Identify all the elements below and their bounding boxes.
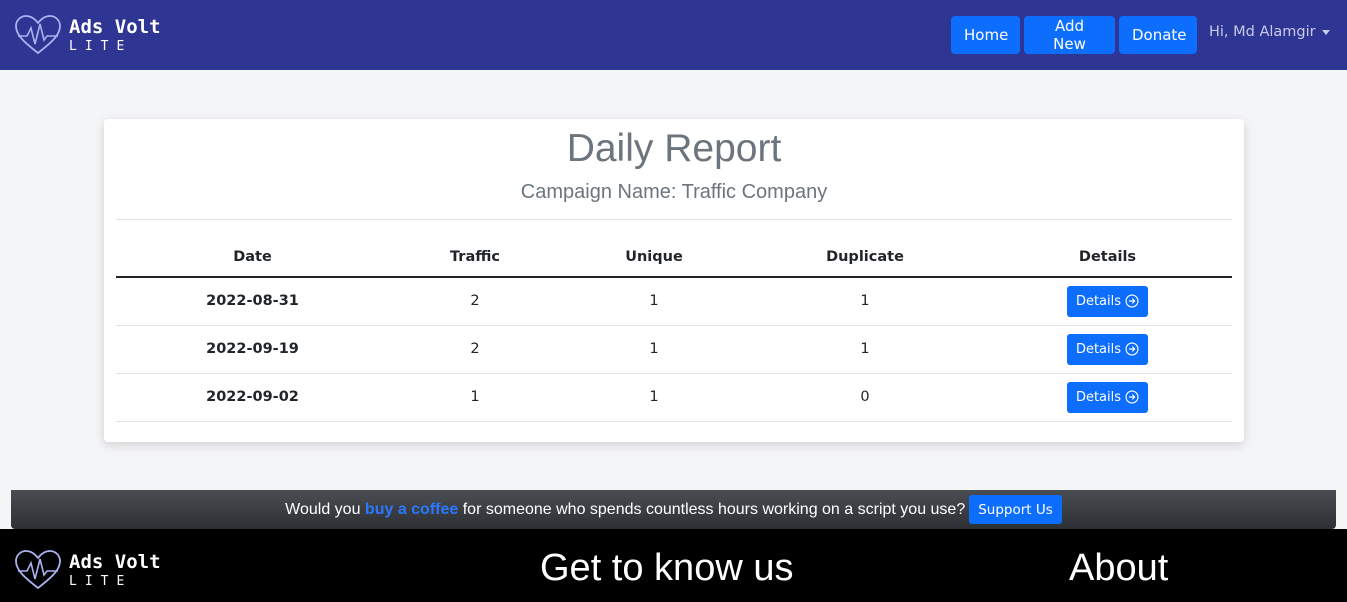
- row-details-cell: Details: [983, 325, 1232, 374]
- footer: Ads Volt LITE Get to know us About: [0, 529, 1347, 602]
- row-date: 2022-09-19: [116, 325, 389, 374]
- support-prefix: Would you: [285, 500, 365, 518]
- brand-name: Ads Volt: [69, 15, 161, 38]
- row-details-cell: Details: [983, 277, 1232, 326]
- report-table: Date Traffic Unique Duplicate Details 20…: [116, 237, 1232, 422]
- details-button[interactable]: Details: [1066, 285, 1149, 317]
- user-greeting: Hi, Md Alamgir: [1209, 24, 1316, 40]
- support-message: Would you buy a coffee for someone who s…: [285, 501, 965, 519]
- navbar: Ads Volt LITE Home Add New Donate Hi, Md…: [0, 0, 1347, 70]
- column-header-date: Date: [116, 237, 389, 278]
- row-traffic: 2: [389, 277, 561, 326]
- row-duplicate: 1: [747, 277, 983, 326]
- row-traffic: 1: [389, 373, 561, 422]
- table-header-row: Date Traffic Unique Duplicate Details: [116, 237, 1232, 278]
- support-us-button[interactable]: Support Us: [969, 495, 1062, 524]
- campaign-name: Campaign Name: Traffic Company: [520, 181, 828, 203]
- table-row: 2022-09-19 2 1 1 Details: [116, 325, 1232, 374]
- row-unique: 1: [561, 325, 747, 374]
- row-details-cell: Details: [983, 373, 1232, 422]
- row-duplicate: 1: [747, 325, 983, 374]
- row-date: 2022-08-31: [116, 277, 389, 326]
- details-label: Details: [1075, 341, 1122, 357]
- support-bar: Would you buy a coffee for someone who s…: [11, 490, 1336, 529]
- details-label: Details: [1075, 293, 1122, 309]
- arrow-right-circle-icon: [1125, 342, 1139, 356]
- brand[interactable]: Ads Volt LITE: [14, 14, 161, 56]
- footer-brand-tagline: LITE: [69, 573, 133, 589]
- column-header-details: Details: [983, 237, 1232, 278]
- heart-pulse-logo-icon: [15, 550, 61, 590]
- table-row: 2022-08-31 2 1 1 Details: [116, 277, 1232, 326]
- table-row: 2022-09-02 1 1 0 Details: [116, 373, 1232, 422]
- arrow-right-circle-icon: [1125, 294, 1139, 308]
- row-traffic: 2: [389, 325, 561, 374]
- buy-coffee-link[interactable]: buy a coffee: [365, 501, 458, 518]
- nav-donate-button[interactable]: Donate: [1119, 16, 1197, 54]
- divider: [116, 219, 1232, 220]
- details-button[interactable]: Details: [1066, 381, 1149, 413]
- column-header-duplicate: Duplicate: [747, 237, 983, 278]
- row-unique: 1: [561, 373, 747, 422]
- caret-down-icon: [1321, 29, 1330, 35]
- footer-heading-about: About: [1069, 547, 1169, 589]
- footer-heading-get-to-know-us: Get to know us: [540, 547, 794, 589]
- column-header-unique: Unique: [561, 237, 747, 278]
- details-button[interactable]: Details: [1066, 333, 1149, 365]
- arrow-right-circle-icon: [1125, 390, 1139, 404]
- footer-brand-name: Ads Volt: [69, 550, 161, 573]
- footer-brand[interactable]: Ads Volt LITE: [14, 549, 161, 591]
- heart-pulse-logo-icon: [15, 15, 61, 55]
- nav-add-new-button[interactable]: Add New: [1024, 16, 1115, 54]
- report-card: Daily Report Campaign Name: Traffic Comp…: [104, 119, 1244, 442]
- row-duplicate: 0: [747, 373, 983, 422]
- support-suffix: for someone who spends countless hours w…: [458, 500, 966, 518]
- user-menu-dropdown[interactable]: Hi, Md Alamgir: [1209, 24, 1330, 40]
- page-title: Daily Report: [566, 127, 782, 170]
- row-date: 2022-09-02: [116, 373, 389, 422]
- column-header-traffic: Traffic: [389, 237, 561, 278]
- nav-home-button[interactable]: Home: [951, 16, 1020, 54]
- details-label: Details: [1075, 389, 1122, 405]
- brand-tagline: LITE: [69, 38, 133, 54]
- row-unique: 1: [561, 277, 747, 326]
